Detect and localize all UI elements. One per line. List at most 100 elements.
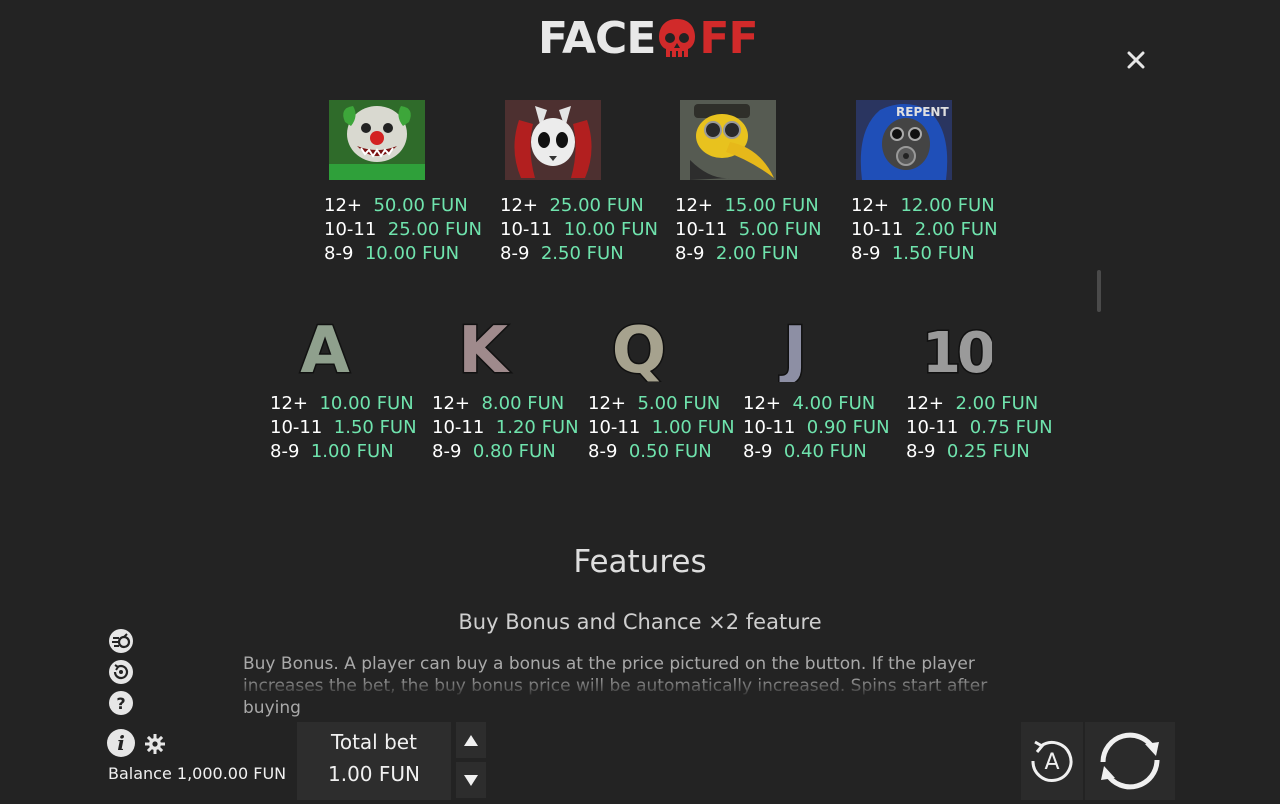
plague-doctor-symbol-icon xyxy=(680,100,776,180)
svg-text:K: K xyxy=(458,314,510,382)
svg-text:?: ? xyxy=(116,694,125,713)
svg-text:J: J xyxy=(779,314,807,382)
total-bet-value: 1.00 FUN xyxy=(328,762,420,786)
skull-icon xyxy=(659,19,696,57)
pay-count: 8-9 xyxy=(270,441,300,462)
letter-k-symbol-icon: K xyxy=(457,313,512,383)
svg-text:A: A xyxy=(1044,750,1059,775)
spin-icon xyxy=(1100,732,1160,790)
pay-amount: 0.90 FUN xyxy=(806,417,890,438)
paytable-entry: 12+ 4.00 FUN 10-11 0.90 FUN 8-9 0.40 FUN xyxy=(743,392,890,464)
pay-amount: 10.00 FUN xyxy=(319,393,414,414)
total-bet-panel: Total bet 1.00 FUN xyxy=(297,722,451,800)
pay-amount: 1.00 FUN xyxy=(651,417,735,438)
pay-count: 12+ xyxy=(675,195,713,216)
gear-icon[interactable] xyxy=(144,733,166,755)
pay-count: 8-9 xyxy=(675,243,705,264)
clown-symbol-icon xyxy=(329,100,425,180)
help-icon[interactable]: ? xyxy=(108,690,134,716)
pay-amount: 50.00 FUN xyxy=(373,195,468,216)
pay-count: 10-11 xyxy=(851,219,904,240)
pay-count: 10-11 xyxy=(675,219,728,240)
pay-amount: 1.50 FUN xyxy=(333,417,417,438)
pay-amount: 4.00 FUN xyxy=(792,393,876,414)
scrollbar-thumb[interactable] xyxy=(1097,270,1101,312)
pay-count: 12+ xyxy=(500,195,538,216)
pay-count: 12+ xyxy=(906,393,944,414)
info-icon[interactable]: i xyxy=(106,728,136,758)
arrow-down-icon xyxy=(464,775,478,786)
pay-count: 12+ xyxy=(432,393,470,414)
paytable-entry: 12+ 50.00 FUN 10-11 25.00 FUN 8-9 10.00 … xyxy=(324,194,482,266)
features-subheading: Buy Bonus and Chance ×2 feature xyxy=(458,610,822,634)
svg-text:REPENT: REPENT xyxy=(896,105,949,119)
pay-count: 10-11 xyxy=(432,417,485,438)
svg-text:10: 10 xyxy=(922,321,992,382)
pay-amount: 0.40 FUN xyxy=(783,441,867,462)
pay-count: 8-9 xyxy=(588,441,618,462)
pay-amount: 1.50 FUN xyxy=(891,243,975,264)
letter-a-symbol-icon: A xyxy=(299,313,352,383)
faceoff-logo: FACE FF xyxy=(538,12,759,64)
pay-amount: 5.00 FUN xyxy=(738,219,822,240)
pay-count: 10-11 xyxy=(906,417,959,438)
letter-j-symbol-icon: J xyxy=(778,313,809,383)
bet-decrease-button[interactable] xyxy=(456,762,486,798)
pay-count: 12+ xyxy=(851,195,889,216)
text-fade-overlay xyxy=(0,676,1280,698)
svg-text:Q: Q xyxy=(612,314,666,382)
paytable-entry: 12+ 8.00 FUN 10-11 1.20 FUN 8-9 0.80 FUN xyxy=(432,392,579,464)
close-icon[interactable] xyxy=(1122,46,1150,74)
pay-count: 10-11 xyxy=(324,219,377,240)
svg-text:i: i xyxy=(117,731,125,755)
paytable-entry: 12+ 12.00 FUN 10-11 2.00 FUN 8-9 1.50 FU… xyxy=(851,194,998,266)
pay-amount: 0.75 FUN xyxy=(969,417,1053,438)
pay-amount: 10.00 FUN xyxy=(563,219,659,240)
turbo-icon[interactable] xyxy=(108,628,134,654)
autoplay-icon: A xyxy=(1031,740,1073,782)
paytable-entry: 12+ 25.00 FUN 10-11 10.00 FUN 8-9 2.50 F… xyxy=(500,194,658,266)
pay-count: 8-9 xyxy=(500,243,530,264)
pay-amount: 1.00 FUN xyxy=(310,441,394,462)
arrow-up-icon xyxy=(464,735,478,746)
paytable-entry: 12+ 2.00 FUN 10-11 0.75 FUN 8-9 0.25 FUN xyxy=(906,392,1053,464)
number-10-symbol-icon: 10 xyxy=(922,320,992,383)
pay-amount: 25.00 FUN xyxy=(549,195,644,216)
pay-amount: 0.25 FUN xyxy=(946,441,1030,462)
pay-amount: 1.20 FUN xyxy=(495,417,579,438)
pay-count: 10-11 xyxy=(270,417,323,438)
pay-amount: 10.00 FUN xyxy=(364,243,460,264)
pay-amount: 2.50 FUN xyxy=(540,243,624,264)
pay-count: 12+ xyxy=(324,195,362,216)
paytable-scroll-area[interactable]: REPENT 12+ 50.00 FUN 10-11 25.00 FUN 8-9… xyxy=(0,96,1280,698)
gas-mask-symbol-icon: REPENT xyxy=(856,100,952,180)
balance-display: Balance 1,000.00 FUN xyxy=(108,764,287,783)
pay-amount: 0.50 FUN xyxy=(628,441,712,462)
pay-count: 8-9 xyxy=(851,243,881,264)
rabbit-mask-symbol-icon xyxy=(505,100,601,180)
pay-amount: 0.80 FUN xyxy=(472,441,556,462)
pay-amount: 8.00 FUN xyxy=(481,393,565,414)
pay-amount: 12.00 FUN xyxy=(900,195,995,216)
pay-amount: 2.00 FUN xyxy=(715,243,799,264)
pay-amount: 25.00 FUN xyxy=(387,219,483,240)
bet-increase-button[interactable] xyxy=(456,722,486,758)
pay-count: 8-9 xyxy=(324,243,354,264)
features-heading: Features xyxy=(573,544,707,580)
pay-count: 8-9 xyxy=(432,441,462,462)
paytable-entry: 12+ 10.00 FUN 10-11 1.50 FUN 8-9 1.00 FU… xyxy=(270,392,417,464)
spin-button[interactable] xyxy=(1085,722,1175,800)
pay-count: 8-9 xyxy=(906,441,936,462)
letter-q-symbol-icon: Q xyxy=(610,313,667,383)
pay-count: 10-11 xyxy=(588,417,641,438)
pay-amount: 5.00 FUN xyxy=(637,393,721,414)
pay-count: 12+ xyxy=(588,393,626,414)
paytable-entry: 12+ 15.00 FUN 10-11 5.00 FUN 8-9 2.00 FU… xyxy=(675,194,822,266)
pay-amount: 15.00 FUN xyxy=(724,195,819,216)
autoplay-button[interactable]: A xyxy=(1021,722,1083,800)
pay-count: 10-11 xyxy=(743,417,796,438)
pay-count: 12+ xyxy=(743,393,781,414)
history-icon[interactable] xyxy=(108,659,134,685)
pay-count: 12+ xyxy=(270,393,308,414)
pay-count: 10-11 xyxy=(500,219,553,240)
